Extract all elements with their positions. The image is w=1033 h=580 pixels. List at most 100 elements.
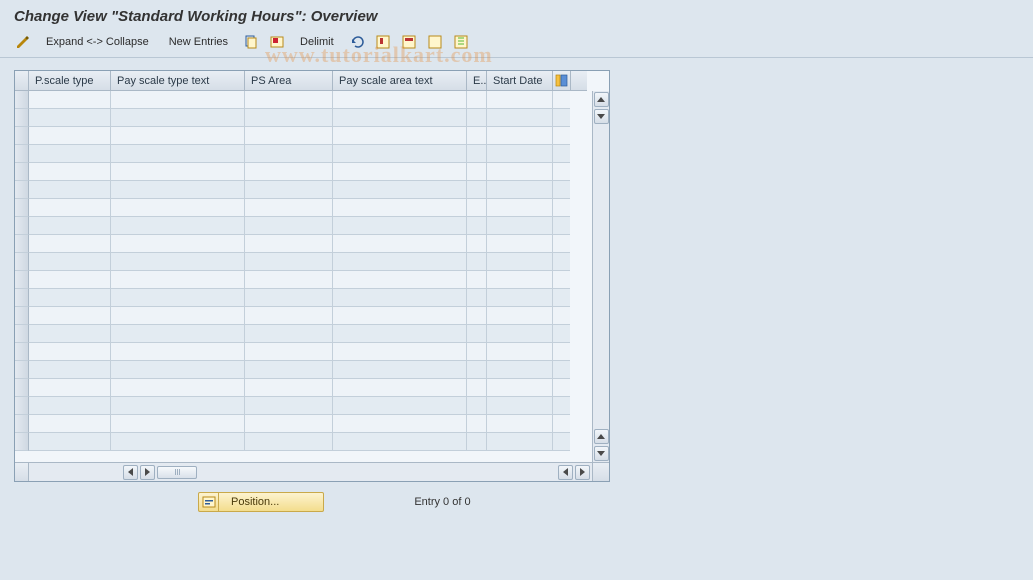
cell-c6[interactable] [487, 289, 553, 307]
cell-c5[interactable] [467, 325, 487, 343]
cell-c1[interactable] [29, 343, 111, 361]
cell-c3[interactable] [245, 433, 333, 451]
cell-c2[interactable] [111, 415, 245, 433]
cell-c6[interactable] [487, 253, 553, 271]
cell-c2[interactable] [111, 199, 245, 217]
cell-c3[interactable] [245, 253, 333, 271]
vertical-scrollbar[interactable] [592, 91, 609, 462]
cell-c4[interactable] [333, 109, 467, 127]
cell-c5[interactable] [467, 415, 487, 433]
cell-c3[interactable] [245, 271, 333, 289]
cell-c6[interactable] [487, 91, 553, 109]
row-selector[interactable] [15, 325, 29, 343]
cell-c4[interactable] [333, 289, 467, 307]
cell-c5[interactable] [467, 163, 487, 181]
cell-c3[interactable] [245, 199, 333, 217]
cell-c2[interactable] [111, 145, 245, 163]
column-header-pay-scale-area-text[interactable]: Pay scale area text [333, 71, 467, 91]
row-selector[interactable] [15, 217, 29, 235]
cell-c2[interactable] [111, 181, 245, 199]
cell-c1[interactable] [29, 379, 111, 397]
cell-c1[interactable] [29, 361, 111, 379]
cell-c4[interactable] [333, 307, 467, 325]
row-selector[interactable] [15, 253, 29, 271]
cell-c5[interactable] [467, 235, 487, 253]
scroll-right-button-2[interactable] [575, 465, 590, 480]
column-header-pay-scale-type-text[interactable]: Pay scale type text [111, 71, 245, 91]
cell-c6[interactable] [487, 325, 553, 343]
cell-c2[interactable] [111, 217, 245, 235]
cell-c1[interactable] [29, 307, 111, 325]
copy-as-icon[interactable] [242, 33, 260, 51]
cell-c5[interactable] [467, 397, 487, 415]
cell-c6[interactable] [487, 415, 553, 433]
cell-c5[interactable] [467, 433, 487, 451]
row-selector[interactable] [15, 343, 29, 361]
cell-c2[interactable] [111, 397, 245, 415]
position-button[interactable]: Position... [198, 492, 324, 512]
cell-c5[interactable] [467, 181, 487, 199]
cell-c4[interactable] [333, 127, 467, 145]
delimit-button[interactable]: Delimit [294, 34, 340, 50]
cell-c4[interactable] [333, 163, 467, 181]
cell-c2[interactable] [111, 271, 245, 289]
cell-c3[interactable] [245, 307, 333, 325]
cell-c6[interactable] [487, 433, 553, 451]
cell-c5[interactable] [467, 271, 487, 289]
scroll-down-button[interactable] [594, 109, 609, 124]
cell-c6[interactable] [487, 361, 553, 379]
delete-icon[interactable] [268, 33, 286, 51]
cell-c4[interactable] [333, 325, 467, 343]
cell-c1[interactable] [29, 271, 111, 289]
cell-c1[interactable] [29, 325, 111, 343]
column-header-start-date[interactable]: Start Date [487, 71, 553, 91]
new-entries-button[interactable]: New Entries [163, 34, 234, 50]
corner-cell[interactable] [15, 71, 29, 91]
cell-c1[interactable] [29, 253, 111, 271]
cell-c1[interactable] [29, 397, 111, 415]
row-selector[interactable] [15, 109, 29, 127]
cell-c5[interactable] [467, 379, 487, 397]
cell-c2[interactable] [111, 253, 245, 271]
cell-c5[interactable] [467, 217, 487, 235]
cell-c6[interactable] [487, 307, 553, 325]
cell-c2[interactable] [111, 289, 245, 307]
row-selector[interactable] [15, 235, 29, 253]
scroll-right-button[interactable] [140, 465, 155, 480]
column-header-ps-area[interactable]: PS Area [245, 71, 333, 91]
row-selector[interactable] [15, 271, 29, 289]
row-selector[interactable] [15, 433, 29, 451]
row-selector[interactable] [15, 379, 29, 397]
cell-c1[interactable] [29, 91, 111, 109]
cell-c6[interactable] [487, 397, 553, 415]
row-selector[interactable] [15, 127, 29, 145]
cell-c5[interactable] [467, 109, 487, 127]
select-all-icon[interactable] [374, 33, 392, 51]
cell-c3[interactable] [245, 361, 333, 379]
deselect-all-icon[interactable] [426, 33, 444, 51]
cell-c4[interactable] [333, 145, 467, 163]
cell-c4[interactable] [333, 433, 467, 451]
cell-c5[interactable] [467, 289, 487, 307]
undo-change-icon[interactable] [348, 33, 366, 51]
column-header-esg[interactable]: E.. [467, 71, 487, 91]
cell-c2[interactable] [111, 361, 245, 379]
row-selector[interactable] [15, 361, 29, 379]
cell-c6[interactable] [487, 343, 553, 361]
configuration-help-icon[interactable] [452, 33, 470, 51]
scroll-up-button-2[interactable] [594, 429, 609, 444]
vscroll-track[interactable] [593, 125, 609, 428]
toggle-change-display-icon[interactable] [14, 33, 32, 51]
cell-c5[interactable] [467, 343, 487, 361]
cell-c2[interactable] [111, 307, 245, 325]
row-selector[interactable] [15, 289, 29, 307]
cell-c5[interactable] [467, 253, 487, 271]
row-selector[interactable] [15, 163, 29, 181]
scroll-left-button-2[interactable] [558, 465, 573, 480]
cell-c5[interactable] [467, 361, 487, 379]
row-selector[interactable] [15, 397, 29, 415]
cell-c4[interactable] [333, 343, 467, 361]
cell-c3[interactable] [245, 289, 333, 307]
row-selector[interactable] [15, 415, 29, 433]
cell-c4[interactable] [333, 379, 467, 397]
